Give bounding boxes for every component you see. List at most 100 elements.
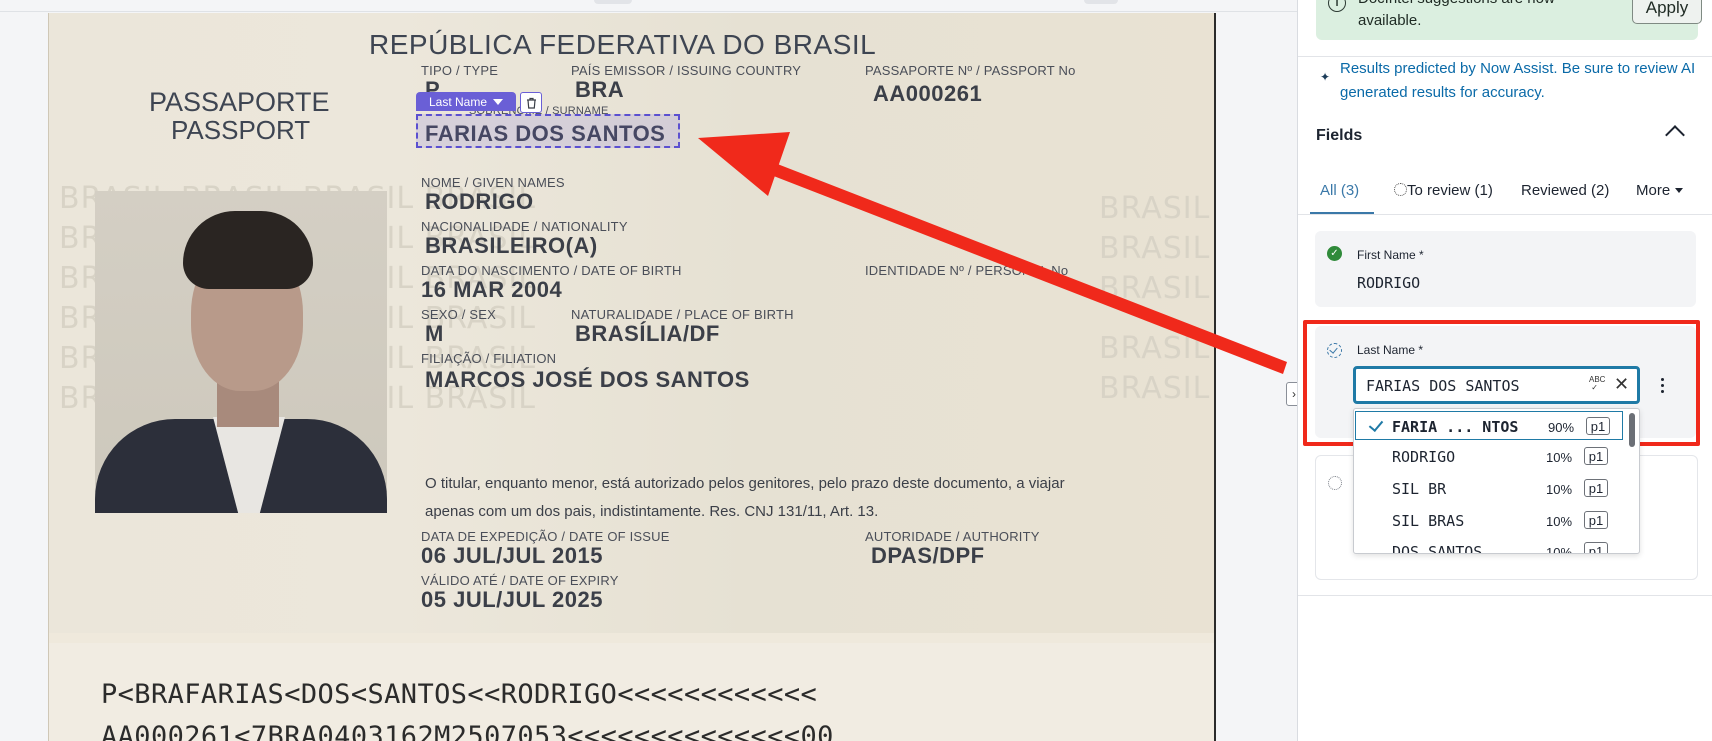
tab-reviewed[interactable]: Reviewed (2) bbox=[1521, 182, 1609, 199]
viewer-toolbar-tab[interactable] bbox=[1084, 0, 1118, 4]
ocr-delete-button[interactable] bbox=[520, 92, 542, 113]
guardian-note-line1: O titular, enquanto menor, está autoriza… bbox=[425, 475, 1065, 492]
given-names-label: NOME / GIVEN NAMES bbox=[421, 175, 565, 190]
apply-button[interactable]: Apply bbox=[1632, 0, 1702, 24]
passport-no-label: PASSAPORTE Nº / PASSPORT No bbox=[865, 63, 1076, 78]
suggestion-page-badge: p1 bbox=[1586, 417, 1610, 435]
panel-collapse-toggle[interactable]: › bbox=[1286, 382, 1297, 406]
pending-icon bbox=[1394, 183, 1407, 196]
suggestions-dropdown[interactable]: FARIA ... NTOS 90% p1 RODRIGO 10% p1 SIL… bbox=[1353, 408, 1640, 554]
fields-tabs: All (3) To review (1) Reviewed (2) More bbox=[1310, 168, 1705, 215]
authority-label: AUTORIDADE / AUTHORITY bbox=[865, 529, 1040, 544]
check-circle-icon: ✓ bbox=[1327, 246, 1342, 261]
chevron-down-icon[interactable] bbox=[493, 98, 504, 105]
suggestion-text: DOS SANTOS bbox=[1392, 543, 1483, 554]
passport-photo bbox=[95, 191, 387, 513]
passport-no-value: AA000261 bbox=[873, 81, 983, 106]
info-icon: i bbox=[1328, 0, 1346, 12]
nationality-value: BRASILEIRO(A) bbox=[425, 233, 598, 258]
document-viewer[interactable]: BRASIL BRASIL BRASIL BRASIL BRASIL BRASI… bbox=[0, 0, 1297, 741]
ai-disclaimer: ✦ Results predicted by Now Assist. Be su… bbox=[1320, 57, 1700, 105]
watermark: BRASIL BRASIL BRASIL BRASIL bbox=[1099, 271, 1214, 306]
mrz-line-1: P<BRAFARIAS<DOS<SANTOS<<RODRIGO<<<<<<<<<… bbox=[101, 679, 818, 710]
identity-label: IDENTIDADE Nº / PERSONAL No bbox=[865, 263, 1069, 278]
suggestion-text: RODRIGO bbox=[1392, 448, 1456, 466]
banner-text: DocIntel suggestions are now available. bbox=[1358, 0, 1555, 29]
spellcheck-icon[interactable]: ABC ✓ bbox=[1589, 376, 1605, 392]
passport-title-pt: PASSAPORTE bbox=[149, 87, 330, 117]
expiry-label: VÁLIDO ATÉ / DATE OF EXPIRY bbox=[421, 573, 619, 588]
field-card-first-name[interactable]: ✓ First Name * RODRIGO bbox=[1315, 231, 1696, 307]
suggestion-page-badge: p1 bbox=[1584, 447, 1608, 465]
authority-value: DPAS/DPF bbox=[871, 543, 985, 568]
check-icon bbox=[1368, 416, 1384, 433]
pending-icon bbox=[1328, 476, 1342, 490]
suggestion-option[interactable]: SIL BR 10% p1 bbox=[1354, 474, 1624, 504]
suggestion-text: SIL BRAS bbox=[1392, 512, 1465, 530]
ocr-field-tag[interactable]: Last Name bbox=[416, 92, 516, 111]
nationality-label: NACIONALIDADE / NATIONALITY bbox=[421, 219, 628, 234]
fields-section-title: Fields bbox=[1316, 127, 1363, 144]
trash-icon bbox=[526, 97, 536, 109]
suggestion-confidence: 10% bbox=[1546, 482, 1573, 497]
filiation-label: FILIAÇÃO / FILIATION bbox=[421, 351, 557, 366]
watermark: BRASIL BRASIL BRASIL BRASIL bbox=[1099, 371, 1214, 406]
country-label: PAÍS EMISSOR / ISSUING COUNTRY bbox=[571, 63, 802, 78]
dob-value: 16 MAR 2004 bbox=[421, 277, 563, 302]
passport-title-en: PASSPORT bbox=[171, 115, 311, 145]
caret-down-icon bbox=[1675, 188, 1684, 193]
ocr-selection-box[interactable] bbox=[416, 114, 680, 148]
mrz-line-2: AA000261<7BRA0403162M2507053<<<<<<<<<<<<… bbox=[101, 721, 834, 741]
field-value: RODRIGO bbox=[1357, 274, 1421, 292]
issue-date-label: DATA DE EXPEDIÇÃO / DATE OF ISSUE bbox=[421, 529, 670, 544]
expiry-value: 05 JUL/JUL 2025 bbox=[421, 587, 603, 612]
watermark: BRASIL BRASIL BRASIL BRASIL bbox=[1099, 191, 1214, 226]
tab-to-review[interactable]: To review (1) bbox=[1394, 182, 1493, 199]
filiation-value: MARCOS JOSÉ DOS SANTOS bbox=[425, 367, 750, 392]
suggestion-confidence: 10% bbox=[1546, 545, 1573, 554]
birthplace-value: BRASÍLIA/DF bbox=[575, 321, 720, 346]
tab-more[interactable]: More bbox=[1636, 182, 1684, 199]
suggestion-confidence: 10% bbox=[1546, 514, 1573, 529]
chevron-up-icon[interactable] bbox=[1665, 125, 1685, 145]
suggestion-page-badge: p1 bbox=[1584, 479, 1608, 497]
suggestions-banner: i DocIntel suggestions are now available… bbox=[1316, 0, 1702, 40]
divider bbox=[1298, 214, 1712, 215]
dropdown-scrollbar[interactable] bbox=[1629, 413, 1635, 447]
country-value: BRA bbox=[575, 77, 625, 102]
suggestion-option[interactable]: RODRIGO 10% p1 bbox=[1354, 442, 1624, 472]
given-names-value: RODRIGO bbox=[425, 189, 534, 214]
suggestion-text: SIL BR bbox=[1392, 480, 1447, 498]
suggestion-text: FARIA ... NTOS bbox=[1392, 418, 1519, 436]
suggestion-option[interactable]: DOS SANTOS 10% p1 bbox=[1354, 537, 1624, 554]
viewer-top-divider bbox=[0, 11, 1297, 12]
suggestion-page-badge: p1 bbox=[1584, 542, 1608, 553]
divider bbox=[1298, 595, 1712, 596]
chevron-right-icon: › bbox=[1292, 387, 1296, 401]
suggestion-confidence: 90% bbox=[1548, 420, 1575, 435]
sex-label: SEXO / SEX bbox=[421, 307, 496, 322]
watermark: BRASIL BRASIL BRASIL BRASIL bbox=[1099, 231, 1214, 266]
suggestion-option[interactable]: FARIA ... NTOS 90% p1 bbox=[1355, 411, 1623, 440]
ai-disclaimer-text: Results predicted by Now Assist. Be sure… bbox=[1340, 60, 1696, 101]
type-label: TIPO / TYPE bbox=[421, 63, 499, 78]
viewer-toolbar-tab[interactable] bbox=[594, 0, 632, 4]
guardian-note-line2: apenas com um dos pais, indistintamente.… bbox=[425, 503, 879, 520]
birthplace-label: NATURALIDADE / PLACE OF BIRTH bbox=[571, 307, 794, 322]
watermark: BRASIL BRASIL BRASIL BRASIL bbox=[1099, 331, 1214, 366]
sex-value: M bbox=[425, 321, 444, 346]
passport-header: REPÚBLICA FEDERATIVA DO BRASIL bbox=[369, 29, 877, 60]
suggestion-page-badge: p1 bbox=[1584, 511, 1608, 529]
close-icon[interactable]: ✕ bbox=[1614, 374, 1629, 395]
more-vertical-icon[interactable] bbox=[1661, 378, 1665, 396]
last-name-input[interactable]: FARIAS DOS SANTOS ABC ✓ ✕ bbox=[1353, 366, 1640, 404]
tab-all[interactable]: All (3) bbox=[1320, 182, 1359, 199]
suggestion-option[interactable]: SIL BRAS 10% p1 bbox=[1354, 506, 1624, 536]
last-name-input-value: FARIAS DOS SANTOS bbox=[1366, 377, 1520, 395]
suggestion-confidence: 10% bbox=[1546, 450, 1573, 465]
ocr-field-tag-label: Last Name bbox=[428, 94, 488, 109]
dob-label: DATA DO NASCIMENTO / DATE OF BIRTH bbox=[421, 263, 682, 278]
field-label: First Name * bbox=[1357, 248, 1424, 262]
issue-date-value: 06 JUL/JUL 2015 bbox=[421, 543, 603, 568]
sparkle-icon: ✦ bbox=[1320, 70, 1331, 84]
